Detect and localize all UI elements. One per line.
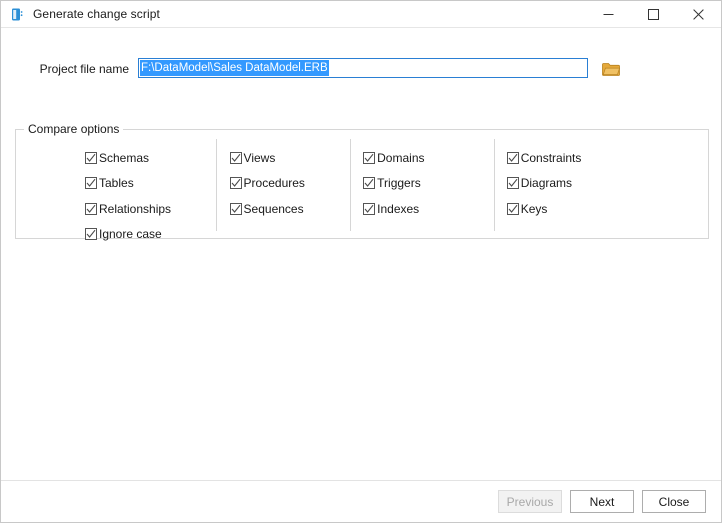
folder-open-icon — [602, 62, 620, 76]
title-bar: Generate change script — [1, 1, 721, 28]
check-icon — [364, 179, 374, 188]
checkbox-tables[interactable]: Tables — [85, 171, 216, 197]
checkbox-label: Ignore case — [99, 227, 162, 242]
checkbox-relationships[interactable]: Relationships — [85, 196, 216, 222]
checkbox-box[interactable] — [229, 151, 242, 164]
checkbox-label: Triggers — [377, 176, 421, 191]
checkbox-label: Schemas — [99, 150, 150, 165]
checkbox-box[interactable] — [85, 177, 97, 190]
compare-options-column-3: Domains Triggers Indexes — [349, 130, 493, 238]
checkbox-box[interactable] — [506, 151, 519, 164]
maximize-icon — [648, 8, 659, 20]
compare-options-column-1: Schemas Tables Relationships Ignore case — [16, 130, 216, 241]
next-button[interactable]: Next — [570, 490, 634, 513]
checkbox-label: Indexes — [377, 201, 420, 216]
project-file-row: Project file name F:\DataModel\Sales Dat… — [1, 58, 721, 80]
check-icon — [508, 179, 518, 188]
compare-options-columns: Schemas Tables Relationships Ignore case… — [16, 130, 708, 241]
close-icon — [693, 8, 704, 20]
minimize-button[interactable] — [586, 1, 631, 27]
checkbox-box[interactable] — [85, 151, 97, 164]
browse-file-button[interactable] — [601, 59, 621, 79]
maximize-button[interactable] — [631, 1, 676, 27]
checkbox-ignore-case[interactable]: Ignore case — [85, 222, 216, 248]
check-icon — [86, 153, 96, 162]
check-icon — [231, 153, 240, 162]
checkbox-label: Tables — [99, 176, 134, 191]
checkbox-box[interactable] — [229, 202, 242, 215]
checkbox-box[interactable] — [229, 177, 242, 190]
window-controls — [586, 1, 721, 27]
close-dialog-button[interactable]: Close — [642, 490, 706, 513]
checkbox-constraints[interactable]: Constraints — [506, 145, 708, 171]
project-file-input-wrap: F:\DataModel\Sales DataModel.ERB — [138, 58, 590, 80]
checkbox-box[interactable] — [85, 202, 97, 215]
check-icon — [231, 204, 240, 213]
previous-button[interactable]: Previous — [498, 490, 562, 513]
compare-options-groupbox: Compare options Schemas Tables Relations… — [15, 122, 709, 241]
check-icon — [231, 179, 240, 188]
checkbox-box[interactable] — [363, 151, 376, 164]
check-icon — [508, 153, 518, 162]
minimize-icon — [603, 13, 614, 15]
close-button[interactable] — [676, 1, 721, 27]
check-icon — [364, 204, 374, 213]
checkbox-keys[interactable]: Keys — [506, 196, 708, 222]
checkbox-label: Constraints — [520, 150, 582, 165]
window-title: Generate change script — [33, 7, 160, 21]
checkbox-diagrams[interactable]: Diagrams — [506, 171, 708, 197]
checkbox-label: Relationships — [99, 201, 172, 216]
app-database-icon — [9, 6, 25, 22]
checkbox-label: Views — [243, 150, 276, 165]
checkbox-box[interactable] — [363, 177, 376, 190]
compare-options-column-2: Views Procedures Sequences — [216, 130, 350, 238]
checkbox-triggers[interactable]: Triggers — [363, 171, 493, 197]
dialog-footer: Previous Next Close — [1, 480, 721, 522]
checkbox-schemas[interactable]: Schemas — [85, 145, 216, 171]
check-icon — [86, 179, 96, 188]
compare-options-column-4: Constraints Diagrams Keys — [493, 130, 708, 238]
project-file-input[interactable] — [138, 58, 588, 78]
checkbox-sequences[interactable]: Sequences — [229, 196, 350, 222]
check-icon — [86, 204, 96, 213]
project-file-label: Project file name — [39, 62, 129, 76]
dialog-content: Project file name F:\DataModel\Sales Dat… — [1, 28, 721, 482]
checkbox-label: Domains — [377, 150, 425, 165]
checkbox-box[interactable] — [506, 177, 519, 190]
checkbox-label: Keys — [520, 201, 548, 216]
checkbox-label: Diagrams — [520, 176, 573, 191]
checkbox-box[interactable] — [506, 202, 519, 215]
checkbox-box[interactable] — [363, 202, 376, 215]
check-icon — [86, 230, 96, 239]
checkbox-domains[interactable]: Domains — [363, 145, 493, 171]
check-icon — [364, 153, 374, 162]
checkbox-procedures[interactable]: Procedures — [229, 171, 350, 197]
checkbox-label: Procedures — [243, 176, 305, 191]
dialog-window: Generate change script Project file name… — [0, 0, 722, 523]
checkbox-box[interactable] — [85, 228, 97, 241]
checkbox-label: Sequences — [243, 201, 304, 216]
check-icon — [508, 204, 518, 213]
checkbox-indexes[interactable]: Indexes — [363, 196, 493, 222]
checkbox-views[interactable]: Views — [229, 145, 350, 171]
